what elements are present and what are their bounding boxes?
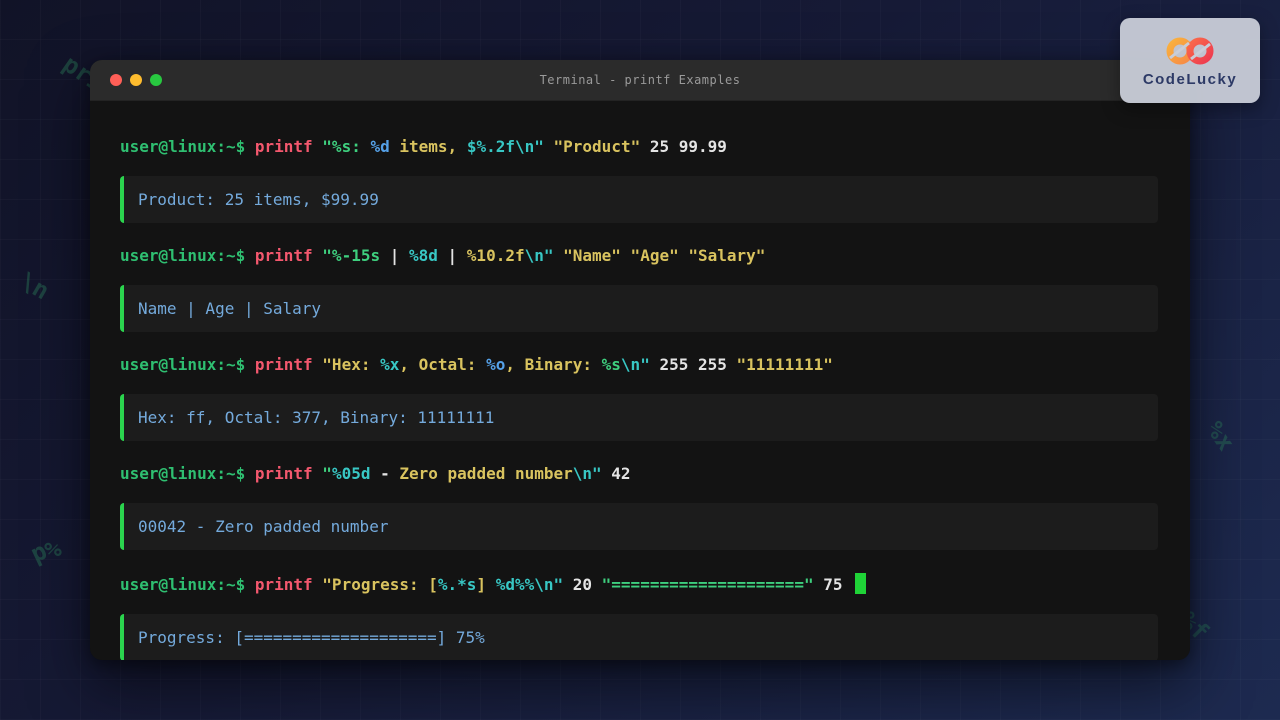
- command-segment: ": [322, 464, 332, 483]
- command-segment: "Product": [554, 137, 650, 156]
- command-segment: |: [390, 246, 409, 265]
- brand-name: CodeLucky: [1143, 71, 1237, 88]
- command-segment: %s: [602, 355, 621, 374]
- output-box: Progress: [====================] 75%: [120, 614, 1158, 660]
- terminal-window: Terminal - printf Examples user@linux:~$…: [90, 60, 1190, 660]
- window-title: Terminal - printf Examples: [90, 73, 1190, 87]
- output-text: 00042 - Zero padded number: [138, 517, 388, 536]
- command-segment: %o: [486, 355, 505, 374]
- command-segment: printf: [255, 355, 322, 374]
- command-segment: user@linux:~$: [120, 355, 255, 374]
- command-segment: , Octal:: [399, 355, 486, 374]
- command-segment: \n": [621, 355, 660, 374]
- command-segment: "Name" "Age" "Salary": [563, 246, 765, 265]
- printf-example: user@linux:~$ printf "Progress: [%.*s] %…: [120, 573, 1158, 660]
- command-segment: \n": [525, 246, 564, 265]
- command-segment: %d%%: [496, 575, 535, 594]
- printf-example: user@linux:~$ printf "%s: %d items, $%.2…: [120, 137, 1158, 223]
- command-line: user@linux:~$ printf "%-15s | %8d | %10.…: [120, 246, 1158, 266]
- terminal-body: user@linux:~$ printf "%s: %d items, $%.2…: [90, 101, 1190, 660]
- output-text: Name | Age | Salary: [138, 299, 321, 318]
- printf-example: user@linux:~$ printf "%05d - Zero padded…: [120, 464, 1158, 550]
- terminal-titlebar: Terminal - printf Examples: [90, 60, 1190, 101]
- command-segment: Zero padded number: [399, 464, 572, 483]
- command-segment: 75: [823, 575, 852, 594]
- printf-example: user@linux:~$ printf "%-15s | %8d | %10.…: [120, 246, 1158, 332]
- command-segment: "Hex:: [322, 355, 380, 374]
- output-box: 00042 - Zero padded number: [120, 503, 1158, 550]
- command-segment: user@linux:~$: [120, 464, 255, 483]
- command-segment: 42: [611, 464, 630, 483]
- command-segment: %d: [370, 137, 399, 156]
- command-line: user@linux:~$ printf "Hex: %x, Octal: %o…: [120, 355, 1158, 375]
- command-segment: %10.2f: [467, 246, 525, 265]
- command-segment: \n": [573, 464, 612, 483]
- output-text: Hex: ff, Octal: 377, Binary: 11111111: [138, 408, 494, 427]
- command-segment: ]: [476, 575, 495, 594]
- command-segment: %.*s: [438, 575, 477, 594]
- command-segment: |: [448, 246, 467, 265]
- command-line: user@linux:~$ printf "Progress: [%.*s] %…: [120, 573, 1158, 595]
- command-segment: printf: [255, 137, 322, 156]
- command-segment: printf: [255, 575, 322, 594]
- infinity-icon: [1158, 33, 1222, 69]
- command-segment: user@linux:~$: [120, 137, 255, 156]
- command-segment: -: [380, 464, 399, 483]
- output-box: Name | Age | Salary: [120, 285, 1158, 332]
- terminal-cursor: [855, 573, 866, 594]
- output-box: Hex: ff, Octal: 377, Binary: 11111111: [120, 394, 1158, 441]
- command-segment: \n": [534, 575, 573, 594]
- command-segment: "%-15s: [322, 246, 389, 265]
- command-segment: printf: [255, 246, 322, 265]
- command-line: user@linux:~$ printf "%05d - Zero padded…: [120, 464, 1158, 484]
- output-text: Product: 25 items, $99.99: [138, 190, 379, 209]
- command-segment: 25 99.99: [650, 137, 727, 156]
- command-segment: items,: [399, 137, 466, 156]
- command-segment: 255 255: [659, 355, 736, 374]
- command-segment: user@linux:~$: [120, 575, 255, 594]
- printf-example: user@linux:~$ printf "Hex: %x, Octal: %o…: [120, 355, 1158, 441]
- command-segment: "%s:: [322, 137, 370, 156]
- command-segment: 20: [573, 575, 602, 594]
- output-text: Progress: [====================] 75%: [138, 628, 485, 647]
- command-segment: "11111111": [737, 355, 833, 374]
- command-segment: printf: [255, 464, 322, 483]
- command-segment: , Binary:: [505, 355, 601, 374]
- command-segment: "Progress: [: [322, 575, 438, 594]
- command-segment: %8d: [409, 246, 448, 265]
- command-segment: $%.2f\n": [467, 137, 554, 156]
- output-box: Product: 25 items, $99.99: [120, 176, 1158, 223]
- command-segment: "====================": [602, 575, 824, 594]
- command-segment: %x: [380, 355, 399, 374]
- command-segment: %05d: [332, 464, 380, 483]
- command-segment: user@linux:~$: [120, 246, 255, 265]
- command-line: user@linux:~$ printf "%s: %d items, $%.2…: [120, 137, 1158, 157]
- brand-badge: CodeLucky: [1120, 18, 1260, 103]
